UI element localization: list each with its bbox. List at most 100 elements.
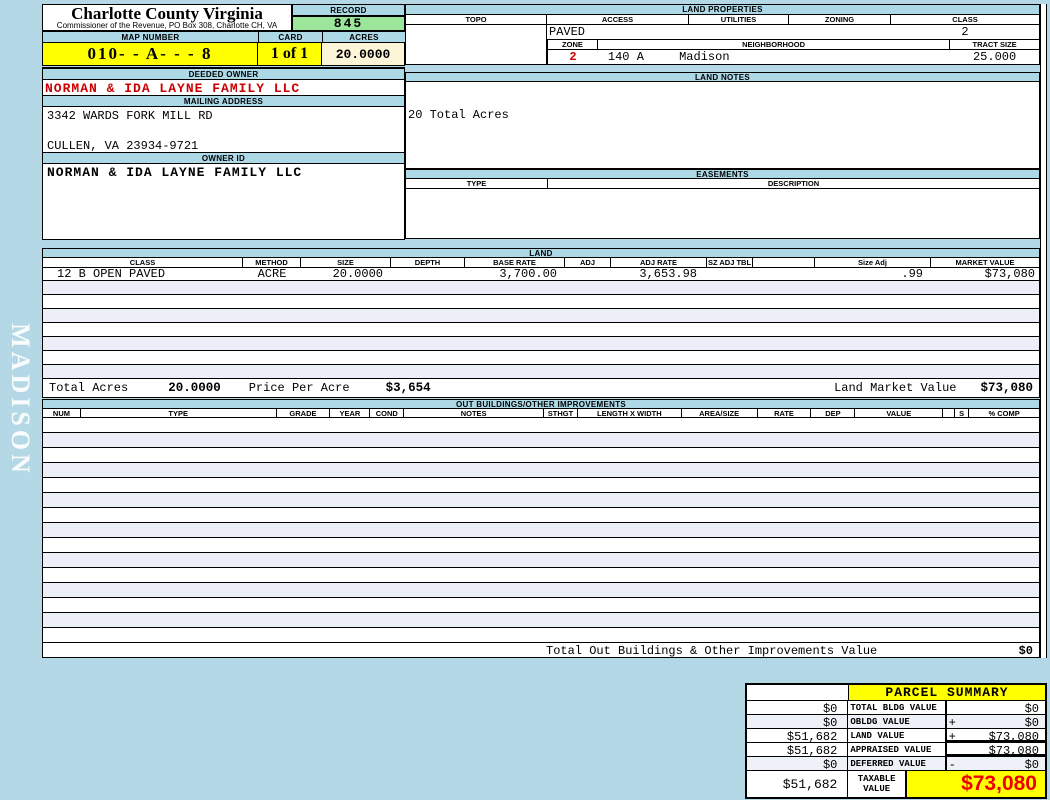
land-col-class: CLASS [43,258,243,267]
out-buildings-total-label: Total Out Buildings & Other Improvements… [546,644,878,658]
value-deferred: $0 [1024,758,1039,772]
county-header: Charlotte County Virginia Commissioner o… [42,4,292,31]
mailing-address-header: MAILING ADDRESS [43,95,404,107]
out-buildings-total-value: $0 [1018,644,1033,658]
label-deferred: DEFERRED VALUE [850,759,926,769]
label-appraised: APPRAISED VALUE [850,745,932,755]
owner-id-value: NORMAN & IDA LAYNE FAMILY LLC [47,165,303,180]
summary-row-obldg: $0 OBLDG VALUE + $0 [747,715,1045,730]
ob-col-type: TYPE [81,409,277,417]
easements-body [405,189,1040,239]
ob-col-length-width: LENGTH X WIDTH [578,409,682,417]
tract-size-header: TRACT SIZE [972,40,1017,49]
county-subtitle: Commissioner of the Revenue, PO Box 308,… [56,21,278,30]
land-table: LAND CLASS METHOD SIZE DEPTH BASE RATE A… [42,248,1040,398]
land-col-adj: ADJ [565,258,611,267]
acres-header: ACRES [322,31,405,43]
neighborhood-header: NEIGHBORHOOD [598,40,951,49]
label-taxable: TAXABLE VALUE [857,774,896,794]
out-buildings-empty-rows [42,418,1040,643]
sidebar-neighborhood-label: MADISON [6,323,35,477]
total-acres-label: Total Acres [49,381,129,395]
value-land: $73,080 [958,729,1045,744]
ob-col-rate: RATE [758,409,812,417]
zoning-header: ZONING [789,15,891,24]
land-cell-class: 12 B OPEN PAVED [57,268,166,280]
neighborhood-name: Madison [679,50,730,64]
ob-col-notes: NOTES [404,409,544,417]
owner-block: DEEDED OWNER NORMAN & IDA LAYNE FAMILY L… [42,67,405,240]
land-cell-size-adj: .99 [901,268,923,280]
land-cell-adj [565,268,611,280]
land-col-base-rate: BASE RATE [465,258,565,267]
easements-header: EASEMENTS [405,169,1040,179]
land-notes-section: LAND NOTES 20 Total Acres [405,72,1040,169]
land-cell-sz-adj-tbl [707,268,753,280]
ob-col-sthgt: STHGT [544,409,578,417]
land-col-size-adj: Size Adj [815,258,931,267]
out-buildings-total-row: Total Out Buildings & Other Improvements… [42,643,1040,658]
ob-col-grade: GRADE [277,409,331,417]
ob-col-blank [943,409,956,417]
land-cell-depth [391,268,465,280]
record-value: 845 [292,16,405,31]
zone-value: 2 [569,50,577,64]
land-notes-header: LAND NOTES [405,72,1040,82]
out-buildings-table: OUT BUILDINGS/OTHER IMPROVEMENTS NUM TYP… [42,399,1040,658]
land-col-market-value: MARKET VALUE [955,258,1015,267]
class-value: 2 [961,25,969,39]
op-land: + [944,729,959,744]
easements-section: EASEMENTS TYPE DESCRIPTION [405,169,1040,239]
land-market-value: $73,080 [980,381,1033,395]
easement-description-header: DESCRIPTION [767,179,820,188]
summary-row-deferred: $0 DEFERRED VALUE - $0 [747,757,1045,772]
label-obldg: OBLDG VALUE [850,717,910,727]
op-appraised [944,743,959,756]
prior-deferred: $0 [747,757,849,772]
land-col-depth: DEPTH [391,258,465,267]
land-properties-header: LAND PROPERTIES [405,4,1040,15]
deeded-owner-header: DEEDED OWNER [43,68,404,80]
ob-col-value: VALUE [855,409,944,417]
summary-row-taxable: $51,682 TAXABLE VALUE $73,080 [747,771,1045,797]
map-number-header: MAP NUMBER [42,31,258,43]
easement-type-header: TYPE [406,179,548,188]
right-gutter [1040,4,1047,658]
address-line-2: CULLEN, VA 23934-9721 [47,139,199,153]
op-deferred: - [944,757,959,772]
neighborhood-code: 140 A [607,50,644,64]
summary-row-land: $51,682 LAND VALUE + $73,080 [747,729,1045,744]
zone-table: ZONE NEIGHBORHOOD TRACT SIZE 2 140 A Mad… [547,39,1039,65]
prior-total-bldg: $0 [747,701,849,716]
map-number-value: 010- - A- - - 8 [43,43,258,65]
tract-size-value: 25.000 [972,50,1017,64]
price-per-acre-value: $3,654 [385,381,431,395]
card-value: 1 of 1 [258,43,322,65]
value-obldg: $0 [1024,716,1039,730]
land-table-header: LAND [42,248,1040,258]
parcel-summary-title: PARCEL SUMMARY [849,685,1045,700]
value-taxable: $73,080 [904,771,1045,797]
land-empty-rows [42,281,1040,379]
address-line-1: 3342 WARDS FORK MILL RD [47,109,213,123]
ob-col-cond: COND [370,409,405,417]
summary-row-total-bldg: $0 TOTAL BLDG VALUE $0 [747,701,1045,716]
land-cell-base-rate: 3,700.00 [499,268,557,280]
record-label: RECORD [292,4,405,16]
value-appraised: $73,080 [958,743,1045,758]
land-cell-adj-rate: 3,653.98 [639,268,697,280]
land-row: 12 B OPEN PAVED ACRE 20.0000 3,700.00 3,… [42,268,1040,281]
map-number-table: MAP NUMBER CARD ACRES 010- - A- - - 8 1 … [42,31,405,66]
access-header: ACCESS [547,15,689,24]
ob-col-num: NUM [43,409,81,417]
owner-id-header: OWNER ID [43,152,404,164]
ob-col-area-size: AREA/SIZE [682,409,758,417]
zone-header: ZONE [548,40,598,49]
label-land: LAND VALUE [850,731,905,741]
summary-row-appraised: $51,682 APPRAISED VALUE $73,080 [747,743,1045,758]
land-cell-method: ACRE [257,268,287,280]
summary-blank-cell [747,685,849,700]
ob-col-s: S [955,409,970,417]
topo-value [406,25,547,64]
land-col-sz-adj-tbl: SZ ADJ TBL [707,258,753,267]
